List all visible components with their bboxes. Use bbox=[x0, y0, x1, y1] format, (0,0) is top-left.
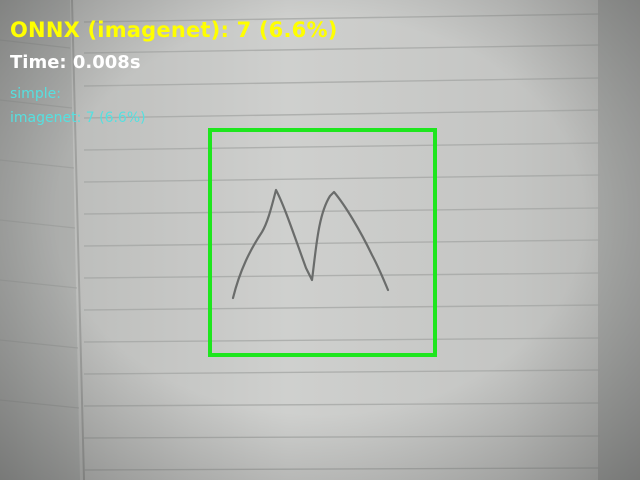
inference-time-label: Time: 0.008s bbox=[10, 52, 141, 73]
simple-model-result: simple: bbox=[10, 86, 61, 102]
prediction-label: ONNX (imagenet): 7 (6.6%) bbox=[10, 18, 338, 42]
detection-box bbox=[208, 128, 437, 357]
imagenet-model-result: imagenet: 7 (6.6%) bbox=[10, 110, 146, 126]
camera-frame: ONNX (imagenet): 7 (6.6%) Time: 0.008s s… bbox=[0, 0, 640, 480]
